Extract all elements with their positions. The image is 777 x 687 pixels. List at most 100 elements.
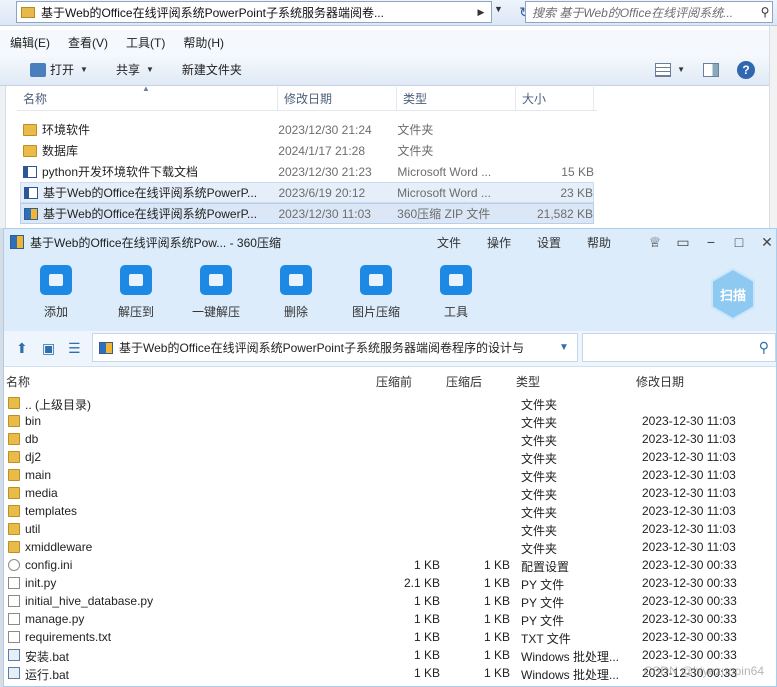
archive-item-date: 2023-12-30 11:03 xyxy=(642,522,736,536)
archive-row[interactable]: db 文件夹 2023-12-30 11:03 xyxy=(4,430,776,448)
menu-tools[interactable]: 工具(T) xyxy=(126,34,165,51)
address-field[interactable]: 基于Web的Office在线评阅系统PowerPoint子系统服务器端阅卷...… xyxy=(16,1,492,23)
archive-row[interactable]: bin 文件夹 2023-12-30 11:03 xyxy=(4,412,776,430)
file-icon xyxy=(8,613,20,625)
extract-to-button[interactable]: 解压到 xyxy=(104,265,168,320)
archive-item-type: TXT 文件 xyxy=(521,632,571,646)
archive-item-unpacked: 1 KB xyxy=(483,558,510,572)
share-button[interactable]: 共享 ▼ xyxy=(116,61,154,78)
menu-file[interactable]: 文件 xyxy=(437,234,461,251)
menu-operation[interactable]: 操作 xyxy=(487,234,511,251)
archive-item-packed: 1 KB xyxy=(413,558,440,572)
archive-item-unpacked: 1 KB xyxy=(483,648,510,662)
archive-item-date: 2023-12-30 00:33 xyxy=(642,576,737,590)
column-type[interactable]: 类型 xyxy=(516,373,540,390)
image-compress-icon xyxy=(360,265,392,295)
column-modified[interactable]: 修改日期 xyxy=(278,87,397,110)
column-unpacked[interactable]: 压缩后 xyxy=(446,373,482,390)
archive-row[interactable]: requirements.txt 1 KB 1 KB TXT 文件 2023-12-30… xyxy=(4,628,776,646)
explorer-window: 基于Web的Office在线评阅系统PowerPoint子系统服务器端阅卷...… xyxy=(0,0,777,230)
archive-item-type: 文件夹 xyxy=(521,398,558,412)
vertical-scrollbar[interactable] xyxy=(769,26,777,230)
file-row[interactable]: 环境软件 2023/12/30 21:24 文件夹 xyxy=(20,119,594,140)
list-view-icon[interactable]: ☰ xyxy=(68,340,81,357)
maximize-icon[interactable]: □ xyxy=(732,234,746,250)
search-icon[interactable]: ⚲ xyxy=(752,5,772,19)
archive-item-unpacked: 1 KB xyxy=(483,666,510,680)
one-click-extract-button[interactable]: 一键解压 xyxy=(184,265,248,320)
image-compress-button[interactable]: 图片压缩 xyxy=(344,265,408,320)
column-size[interactable]: 大小 xyxy=(516,87,594,110)
archive-path-field[interactable]: 基于Web的Office在线评阅系统PowerPoint子系统服务器端阅卷程序的… xyxy=(92,333,578,362)
minimize-icon[interactable]: − xyxy=(704,234,718,250)
file-icon xyxy=(8,631,20,643)
search-icon[interactable]: ⚲ xyxy=(759,339,769,356)
file-row[interactable]: 基于Web的Office在线评阅系统PowerP... 2023/12/30 1… xyxy=(20,203,594,224)
chevron-right-icon[interactable]: ▶ xyxy=(471,7,491,18)
title-bar: 基于Web的Office在线评阅系统Pow... - 360压缩 文件 操作 设… xyxy=(4,229,776,255)
file-name: python开发环境软件下载文档 xyxy=(42,165,199,179)
archive-item-name: util xyxy=(25,522,41,536)
file-row[interactable]: python开发环境软件下载文档 2023/12/30 21:23 Micros… xyxy=(20,161,594,182)
column-name[interactable]: 名称 xyxy=(17,87,278,110)
archive-row[interactable]: media 文件夹 2023-12-30 11:03 xyxy=(4,484,776,502)
skin-icon[interactable]: ♕ xyxy=(648,234,662,251)
archive-row[interactable]: xmiddleware 文件夹 2023-12-30 11:03 xyxy=(4,538,776,556)
menu-view[interactable]: 查看(V) xyxy=(68,34,108,51)
file-type: 文件夹 xyxy=(397,144,434,158)
open-button[interactable]: 打开 ▼ xyxy=(30,61,88,78)
file-row[interactable]: 数据库 2024/1/17 21:28 文件夹 xyxy=(20,140,594,161)
menu-help[interactable]: 帮助 xyxy=(587,234,611,251)
chevron-down-icon[interactable]: ▼ xyxy=(551,342,577,353)
archive-item-name: initial_hive_database.py xyxy=(25,594,154,608)
archive-row[interactable]: initial_hive_database.py 1 KB 1 KB PY 文件 202… xyxy=(4,592,776,610)
archive-path: 基于Web的Office在线评阅系统PowerPoint子系统服务器端阅卷程序的… xyxy=(119,341,524,355)
archive-row[interactable]: util 文件夹 2023-12-30 11:03 xyxy=(4,520,776,538)
file-list: 环境软件 2023/12/30 21:24 文件夹 数据库 2024/1/17 … xyxy=(20,119,594,224)
new-folder-label: 新建文件夹 xyxy=(181,63,242,77)
archive-row[interactable]: config.ini 1 KB 1 KB 配置设置 2023-12-30 00:33 xyxy=(4,556,776,574)
image-compress-label: 图片压缩 xyxy=(351,305,400,319)
tools-button[interactable]: 工具 xyxy=(424,265,488,320)
menu-settings[interactable]: 设置 xyxy=(537,234,561,251)
menu-help[interactable]: 帮助(H) xyxy=(183,34,224,51)
zip-toolbar: 添加 解压到 一键解压 删除 图片压缩 工具 扫描 xyxy=(4,255,776,331)
delete-label: 删除 xyxy=(283,305,308,319)
file-row[interactable]: 基于Web的Office在线评阅系统PowerP... 2023/6/19 20… xyxy=(20,182,594,203)
archive-row[interactable]: init.py 2.1 KB 1 KB PY 文件 2023-12-30 00:33 xyxy=(4,574,776,592)
preview-pane-icon[interactable] xyxy=(703,62,719,77)
archive-column-header: 名称 压缩前 压缩后 类型 修改日期 xyxy=(4,370,776,390)
delete-button[interactable]: 删除 xyxy=(264,265,328,320)
archive-row[interactable]: dj2 文件夹 2023-12-30 11:03 xyxy=(4,448,776,466)
zip-icon xyxy=(99,341,113,354)
zip-window: 基于Web的Office在线评阅系统Pow... - 360压缩 文件 操作 设… xyxy=(3,228,777,687)
archive-row[interactable]: templates 文件夹 2023-12-30 11:03 xyxy=(4,502,776,520)
column-name[interactable]: 名称 xyxy=(6,373,30,390)
file-size: 23 KB xyxy=(560,185,594,200)
archive-row[interactable]: main 文件夹 2023-12-30 11:03 xyxy=(4,466,776,484)
chevron-down-icon[interactable]: ▼ xyxy=(494,4,510,14)
menu-edit[interactable]: 编辑(E) xyxy=(10,34,50,51)
chevron-down-icon[interactable]: ▼ xyxy=(677,65,685,74)
thumbnail-view-icon[interactable]: ▣ xyxy=(42,340,55,357)
archive-search-input[interactable]: ⚲ xyxy=(582,333,776,362)
close-icon[interactable]: ✕ xyxy=(760,234,774,251)
archive-row[interactable]: .. (上级目录) 文件夹 xyxy=(4,394,776,412)
column-packed[interactable]: 压缩前 xyxy=(376,373,412,390)
archive-item-name: main xyxy=(25,468,52,482)
file-icon xyxy=(8,595,20,607)
new-folder-button[interactable]: 新建文件夹 xyxy=(182,61,242,78)
archive-item-type: Windows 批处理... xyxy=(521,668,620,682)
archive-item-name: init.py xyxy=(25,576,57,590)
search-box[interactable]: 搜索 基于Web的Office在线评阅系统... ⚲ xyxy=(525,1,773,23)
scan-button[interactable]: 扫描 xyxy=(708,267,758,321)
add-button[interactable]: 添加 xyxy=(24,265,88,320)
view-options-icon[interactable] xyxy=(655,62,672,77)
feedback-icon[interactable]: ▭ xyxy=(676,234,690,251)
archive-row[interactable]: manage.py 1 KB 1 KB PY 文件 2023-12-30 00:33 xyxy=(4,610,776,628)
help-icon[interactable]: ? xyxy=(737,60,755,79)
column-type[interactable]: 类型 xyxy=(397,87,516,110)
archive-row[interactable]: 安装.bat 1 KB 1 KB Windows 批处理... 2023-12-30 0… xyxy=(4,646,776,664)
column-modified[interactable]: 修改日期 xyxy=(636,373,684,390)
up-level-icon[interactable]: ⬆ xyxy=(16,340,28,357)
